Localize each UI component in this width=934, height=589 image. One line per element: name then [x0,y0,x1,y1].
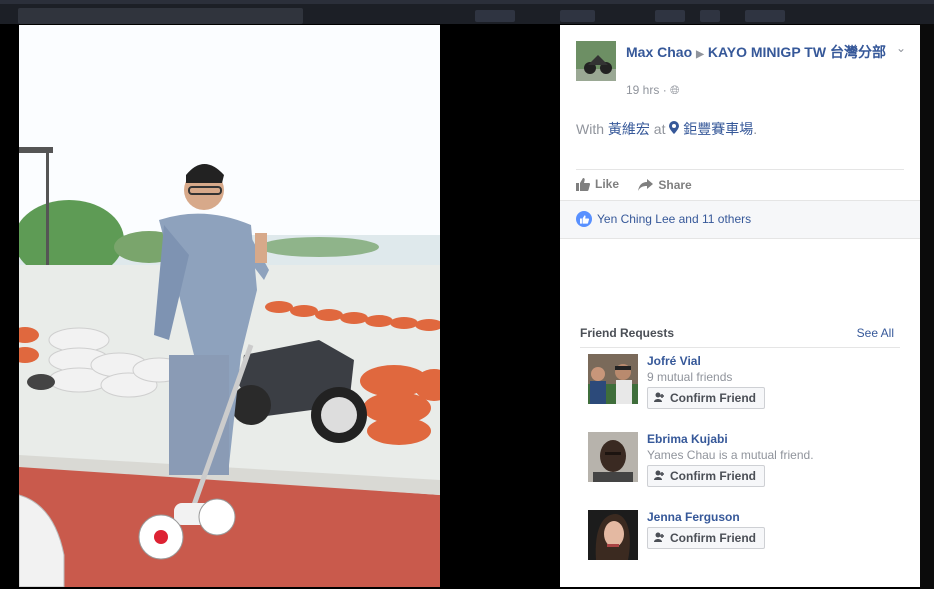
share-label: Share [658,177,692,192]
photo-illustration [19,25,440,587]
divider [576,169,904,170]
globe-icon: 🌐︎ [670,83,680,97]
dimmed-background-edge [920,24,934,589]
thumbs-up-icon [576,177,590,191]
dimmed-nav-item [700,10,720,22]
location-pin-icon [669,121,683,137]
confirm-friend-button[interactable]: Confirm Friend [647,527,765,549]
dimmed-nav-item [475,10,515,22]
divider [580,347,900,348]
location-link[interactable]: 鉅豐賽車場 [683,121,753,137]
add-friend-icon [654,531,665,545]
friend-name-link[interactable]: Jofré Vial [647,354,701,368]
friend-name-link[interactable]: Ebrima Kujabi [647,432,728,446]
author-avatar[interactable] [576,41,616,81]
arrow-right-icon: ▶ [696,49,704,60]
group-name-link[interactable]: KAYO MINIGP TW 台灣分部 [708,44,886,60]
post-actions: Like Share [576,177,708,194]
like-label: Like [595,177,620,191]
like-reaction-icon [576,211,592,227]
share-icon [638,178,654,191]
post-photo[interactable] [19,25,440,587]
post-tag-line: With 黃維宏 at 鉅豐賽車場. [576,121,758,137]
confirm-friend-button[interactable]: Confirm Friend [647,387,765,409]
dimmed-nav-item [745,10,785,22]
mutual-friends-text[interactable]: 9 mutual friends [647,370,732,384]
friend-request-item: Ebrima Kujabi Yames Chau is a mutual fri… [588,432,888,492]
dimmed-nav-item [560,10,595,22]
friend-name-link[interactable]: Jenna Ferguson [647,510,740,524]
friend-avatar[interactable] [588,510,638,560]
with-label: With [576,121,604,137]
avatar-image [576,41,616,81]
likes-summary: Yen Ching Lee and 11 others [560,200,920,239]
post-author-line: Max Chao ▶ KAYO MINIGP TW 台灣分部 [626,43,891,64]
author-name-link[interactable]: Max Chao [626,44,692,60]
friend-request-item: Jenna Ferguson Confirm Friend [588,510,888,570]
friend-requests-title: Friend Requests [580,326,675,340]
confirm-friend-button[interactable]: Confirm Friend [647,465,765,487]
friend-request-item: Jofré Vial 9 mutual friends Confirm Frie… [588,354,888,414]
likes-text-link[interactable]: Yen Ching Lee and 11 others [597,212,751,226]
confirm-friend-label: Confirm Friend [670,531,756,545]
share-button[interactable]: Share [638,177,692,192]
at-label: at [653,121,666,137]
chevron-down-icon[interactable]: ⌄ [896,41,906,55]
dimmed-top-bar [0,0,934,24]
dimmed-nav-item [655,10,685,22]
dimmed-search-bar [18,8,303,24]
see-all-link[interactable]: See All [857,326,894,340]
post-meta: 19 hrs · 🌐︎ [626,83,680,97]
friend-requests-header: Friend Requests See All [580,326,894,340]
post-timestamp[interactable]: 19 hrs [626,83,659,97]
friend-avatar[interactable] [588,432,638,482]
friend-avatar[interactable] [588,354,638,404]
confirm-friend-label: Confirm Friend [670,391,756,405]
confirm-friend-label: Confirm Friend [670,469,756,483]
add-friend-icon [654,391,665,405]
top-strip [0,0,934,4]
add-friend-icon [654,469,665,483]
post-side-panel: Max Chao ▶ KAYO MINIGP TW 台灣分部 ⌄ 19 hrs · … [560,25,920,587]
mutual-friends-text[interactable]: Yames Chau is a mutual friend. [647,448,814,462]
tagged-person-link[interactable]: 黃維宏 [608,121,650,137]
like-button[interactable]: Like [576,177,619,191]
